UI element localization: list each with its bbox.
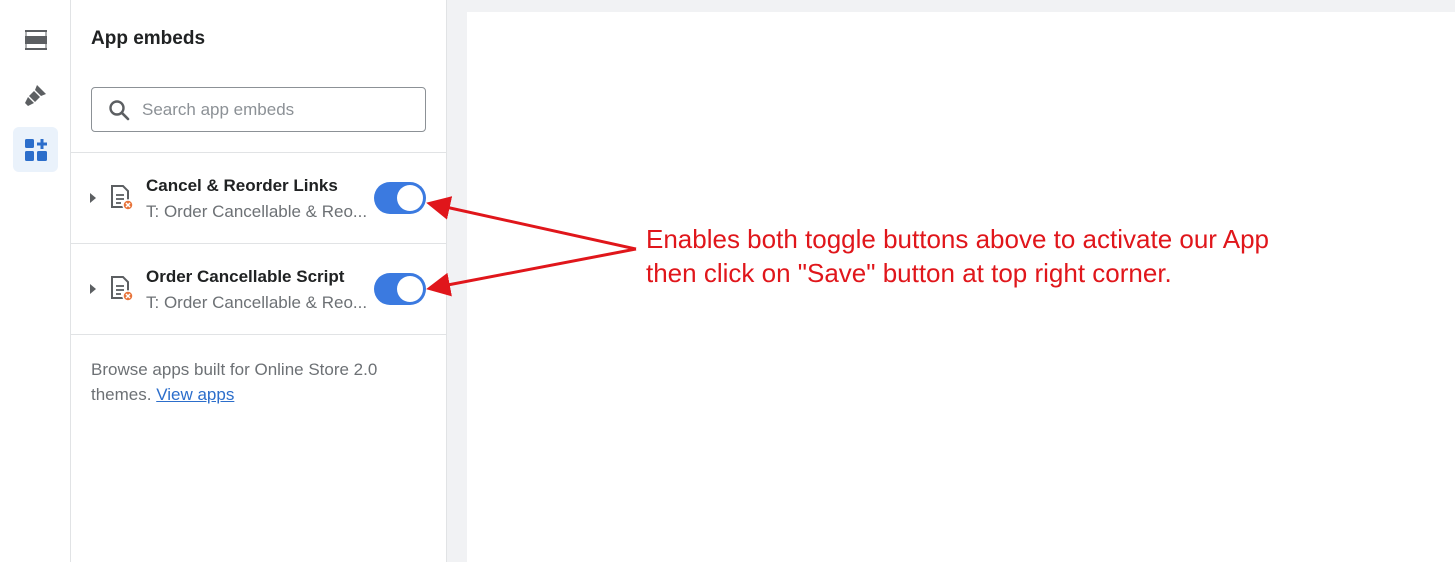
search-input[interactable]: [142, 99, 412, 120]
embed-toggle-order-cancellable-script[interactable]: [374, 273, 426, 305]
app-block-document-icon: [111, 276, 134, 302]
theme-editor: App embeds Cancel & Reorder Links T:: [0, 0, 1455, 562]
toggle-knob: [397, 185, 423, 211]
expand-chevron-icon[interactable]: [90, 193, 96, 203]
search-icon: [109, 99, 130, 120]
divider: [71, 334, 447, 335]
embed-subtitle: T: Order Cancellable & Reo...: [146, 202, 368, 221]
embed-subtitle: T: Order Cancellable & Reo...: [146, 293, 368, 312]
annotation-line-2: then click on "Save" button at top right…: [646, 258, 1172, 288]
rail-sections-button[interactable]: [13, 17, 58, 62]
expand-chevron-icon[interactable]: [90, 284, 96, 294]
embed-item-cancel-reorder-links: Cancel & Reorder Links T: Order Cancella…: [71, 153, 447, 243]
embed-name: Cancel & Reorder Links: [146, 176, 338, 195]
panel-title: App embeds: [91, 28, 206, 49]
browse-apps-note: Browse apps built for Online Store 2.0 t…: [91, 357, 421, 407]
toggle-knob: [397, 276, 423, 302]
theme-settings-brush-icon: [24, 84, 46, 106]
annotation-text: Enables both toggle buttons above to act…: [646, 222, 1269, 290]
app-embeds-panel: App embeds Cancel & Reorder Links T:: [71, 0, 447, 562]
embed-name: Order Cancellable Script: [146, 267, 345, 286]
rail-app-embeds-button[interactable]: [13, 127, 58, 172]
embed-item-order-cancellable-script: Order Cancellable Script T: Order Cancel…: [71, 244, 447, 334]
embed-toggle-cancel-reorder-links[interactable]: [374, 182, 426, 214]
sections-icon: [24, 29, 47, 50]
editor-icon-rail: [0, 0, 71, 562]
annotation-line-1: Enables both toggle buttons above to act…: [646, 224, 1270, 254]
rail-theme-settings-button[interactable]: [13, 72, 58, 117]
search-box[interactable]: [91, 87, 426, 132]
app-embeds-icon: [24, 138, 47, 161]
view-apps-link[interactable]: View apps: [156, 385, 234, 404]
app-block-document-icon: [111, 185, 134, 211]
